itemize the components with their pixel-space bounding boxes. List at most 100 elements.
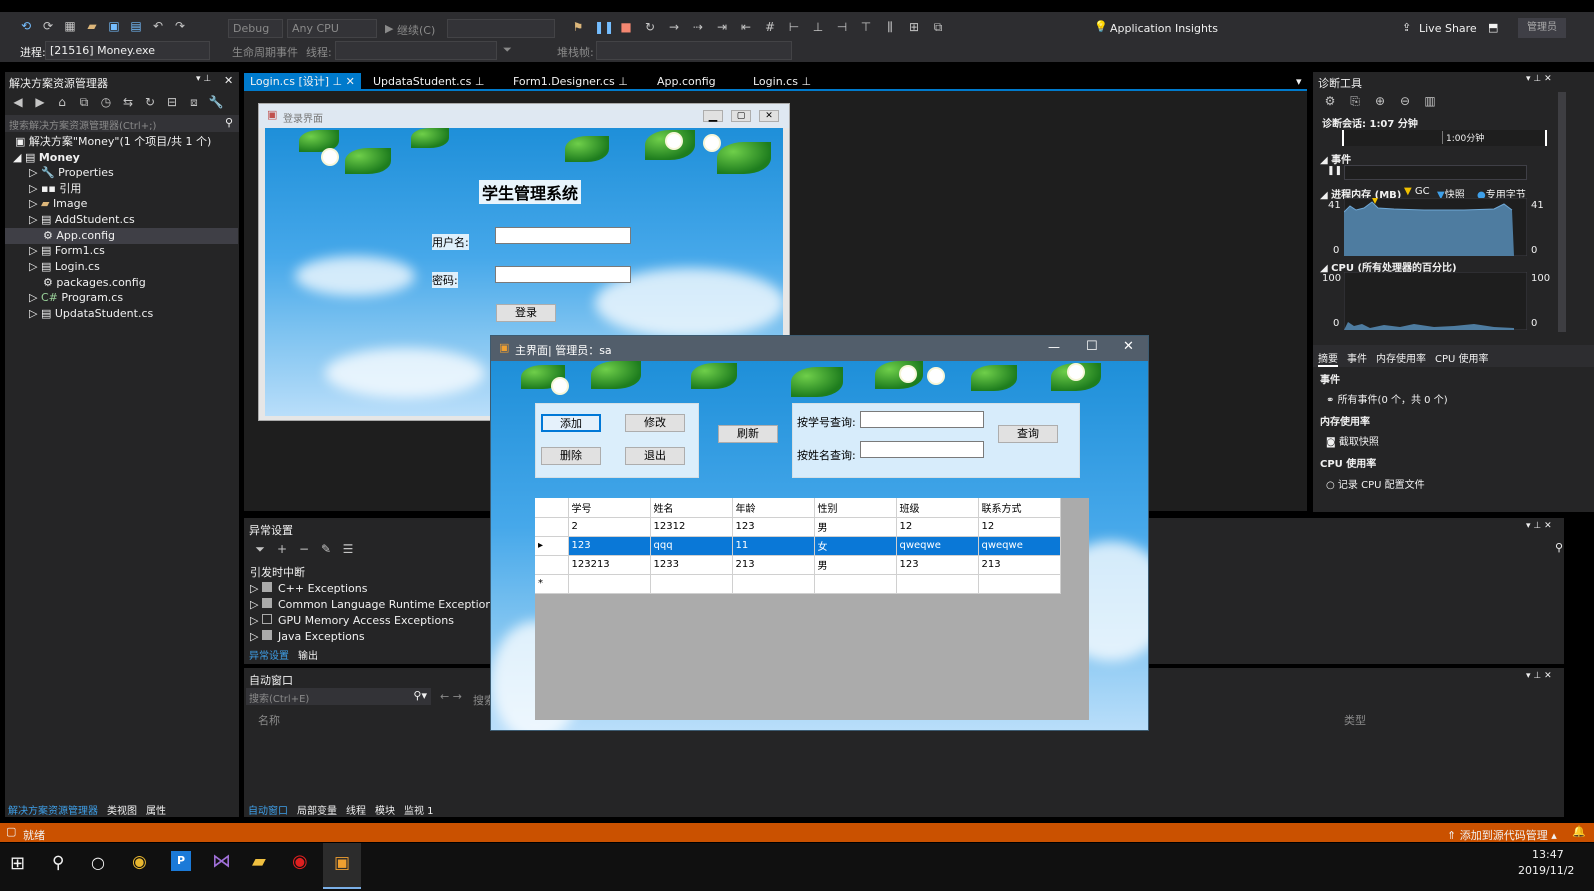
checkbox-partial[interactable]: [261, 630, 272, 640]
autos-search-input[interactable]: 搜索(Ctrl+E): [249, 690, 309, 705]
file-explorer-icon[interactable]: ▰: [252, 851, 266, 872]
cell[interactable]: 123: [568, 536, 651, 556]
search-icon[interactable]: ⚲: [52, 853, 64, 873]
delete-button[interactable]: 删除: [541, 447, 601, 465]
username-input[interactable]: [495, 227, 631, 244]
tab-overflow-icon[interactable]: ▾: [1296, 75, 1302, 88]
exception-row[interactable]: ▷ Common Language Runtime Exceptions: [250, 598, 498, 614]
password-input[interactable]: [495, 266, 631, 283]
cell[interactable]: 123: [732, 517, 815, 537]
cortana-icon[interactable]: ○: [91, 853, 105, 872]
cell[interactable]: 11: [732, 536, 815, 556]
settings-icon[interactable]: ⚙: [1322, 93, 1338, 109]
config-combo[interactable]: Debug: [228, 19, 283, 38]
new-row-header[interactable]: *: [535, 574, 569, 594]
stop-icon[interactable]: ■: [618, 19, 634, 35]
add-button[interactable]: 添加: [541, 414, 601, 432]
align-top-icon[interactable]: ⊤: [858, 19, 874, 35]
remove-icon[interactable]: −: [296, 541, 312, 557]
tab-appconfig[interactable]: App.config: [651, 73, 722, 90]
collapse-icon[interactable]: ⊟: [164, 94, 180, 110]
chrome-icon[interactable]: ◉: [132, 852, 147, 872]
cell[interactable]: qqq: [650, 536, 733, 556]
row-header-current[interactable]: ▸: [535, 536, 569, 556]
tab-locals[interactable]: 局部变量: [297, 802, 337, 817]
student-grid[interactable]: 学号 姓名 年龄 性别 班级 联系方式 2 12312 123 男 12 12 …: [535, 498, 1089, 720]
pin-icon[interactable]: ▾ ⊥: [196, 74, 211, 84]
save-all-icon[interactable]: ▤: [128, 18, 144, 34]
tree-item-properties[interactable]: ▷ 🔧 Properties: [5, 165, 238, 181]
feedback-icon[interactable]: ⬒: [1488, 21, 1498, 34]
tab-summary[interactable]: 摘要: [1318, 350, 1338, 367]
list-icon[interactable]: ☰: [340, 541, 356, 557]
table-row[interactable]: 2 12312 123 男 12 12: [535, 517, 1061, 537]
query-by-id-input[interactable]: [860, 411, 984, 428]
tab-watch-1[interactable]: 监视 1: [404, 802, 434, 817]
tree-item-packages[interactable]: ⚙ packages.config: [5, 275, 238, 291]
open-icon[interactable]: ▰: [84, 18, 100, 34]
maximize-button[interactable]: ▢: [731, 110, 751, 122]
process-combo[interactable]: [21516] Money.exe: [45, 41, 210, 60]
reset-zoom-icon[interactable]: ▥: [1422, 93, 1438, 109]
cell[interactable]: 123: [896, 555, 979, 575]
size-icon[interactable]: ⊞: [906, 19, 922, 35]
cell[interactable]: 213: [978, 555, 1061, 575]
step-out-icon[interactable]: ⇤: [738, 19, 754, 35]
step-over-icon[interactable]: ⇥: [714, 19, 730, 35]
tab-login[interactable]: Login.cs ⊥: [747, 73, 817, 90]
cell[interactable]: 12: [978, 517, 1061, 537]
tab-updatastudent[interactable]: UpdataStudent.cs ⊥: [367, 73, 490, 90]
table-new-row[interactable]: *: [535, 574, 1061, 594]
tree-item-references[interactable]: ▷ ▪▪ 引用: [5, 181, 238, 197]
tab-memory-usage[interactable]: 内存使用率: [1376, 350, 1426, 367]
cell[interactable]: 男: [814, 555, 897, 575]
switch-views-icon[interactable]: ⧉: [76, 94, 92, 110]
tab-properties[interactable]: 属性: [146, 802, 166, 817]
back-icon[interactable]: ⟲: [18, 18, 34, 34]
autos-search[interactable]: 搜索(Ctrl+E) ⚲▾: [246, 688, 431, 705]
close-button[interactable]: ✕: [1123, 339, 1134, 354]
filter-icon[interactable]: ⏷: [503, 43, 512, 57]
cell[interactable]: 1233: [650, 555, 733, 575]
back-icon[interactable]: ◀: [10, 94, 26, 110]
nav-arrows-icon[interactable]: ← →: [440, 690, 462, 703]
forward-icon[interactable]: ⟳: [40, 18, 56, 34]
cell[interactable]: 12: [896, 517, 979, 537]
align-left-icon[interactable]: ⊢: [786, 19, 802, 35]
tree-item-updatastudent[interactable]: ▷ ▤ UpdataStudent.cs: [5, 306, 238, 322]
refresh-button[interactable]: 刷新: [718, 425, 778, 443]
tree-item-addstudent[interactable]: ▷ ▤ AddStudent.cs: [5, 212, 238, 228]
panel-options-icon[interactable]: ▾ ⊥ ✕: [1526, 671, 1552, 681]
pause-events-icon[interactable]: ❚❚: [1327, 166, 1342, 176]
tab-output[interactable]: 输出: [298, 647, 318, 662]
live-share-button[interactable]: Live Share: [1419, 22, 1477, 35]
platform-combo[interactable]: Any CPU: [287, 19, 377, 38]
tab-modules[interactable]: 模块: [375, 802, 395, 817]
login-button[interactable]: 登录: [496, 304, 556, 322]
col-header[interactable]: 学号: [568, 498, 651, 518]
pause-icon[interactable]: ❚❚: [594, 19, 614, 35]
thread-combo[interactable]: [335, 41, 497, 60]
cell[interactable]: 123213: [568, 555, 651, 575]
restart-icon[interactable]: ↻: [642, 19, 658, 35]
tab-form1-designer[interactable]: Form1.Designer.cs ⊥: [507, 73, 634, 90]
cell[interactable]: 2: [568, 517, 651, 537]
filter-icon[interactable]: ⏷: [252, 541, 268, 557]
tree-item-form1[interactable]: ▷ ▤ Form1.cs: [5, 243, 238, 259]
solution-search-input[interactable]: 搜索解决方案资源管理器(Ctrl+;): [9, 117, 156, 132]
zoom-in-icon[interactable]: ⊕: [1372, 93, 1388, 109]
col-header[interactable]: 性别: [814, 498, 897, 518]
take-snapshot-button[interactable]: ◙ 截取快照: [1326, 433, 1379, 448]
close-icon[interactable]: ✕: [224, 74, 233, 87]
order-icon[interactable]: ⧉: [930, 19, 946, 35]
align-center-icon[interactable]: ⊥: [810, 19, 826, 35]
maximize-button[interactable]: ☐: [1086, 339, 1098, 354]
stackframe-combo[interactable]: [596, 41, 792, 60]
col-header[interactable]: 联系方式: [978, 498, 1061, 518]
exit-button[interactable]: 退出: [625, 447, 685, 465]
row-header[interactable]: [535, 555, 569, 575]
col-header[interactable]: 姓名: [650, 498, 733, 518]
tree-item-appconfig[interactable]: ⚙ App.config: [5, 228, 238, 244]
tab-autos[interactable]: 自动窗口: [248, 802, 288, 817]
events-section[interactable]: ◢ 事件: [1320, 151, 1351, 166]
